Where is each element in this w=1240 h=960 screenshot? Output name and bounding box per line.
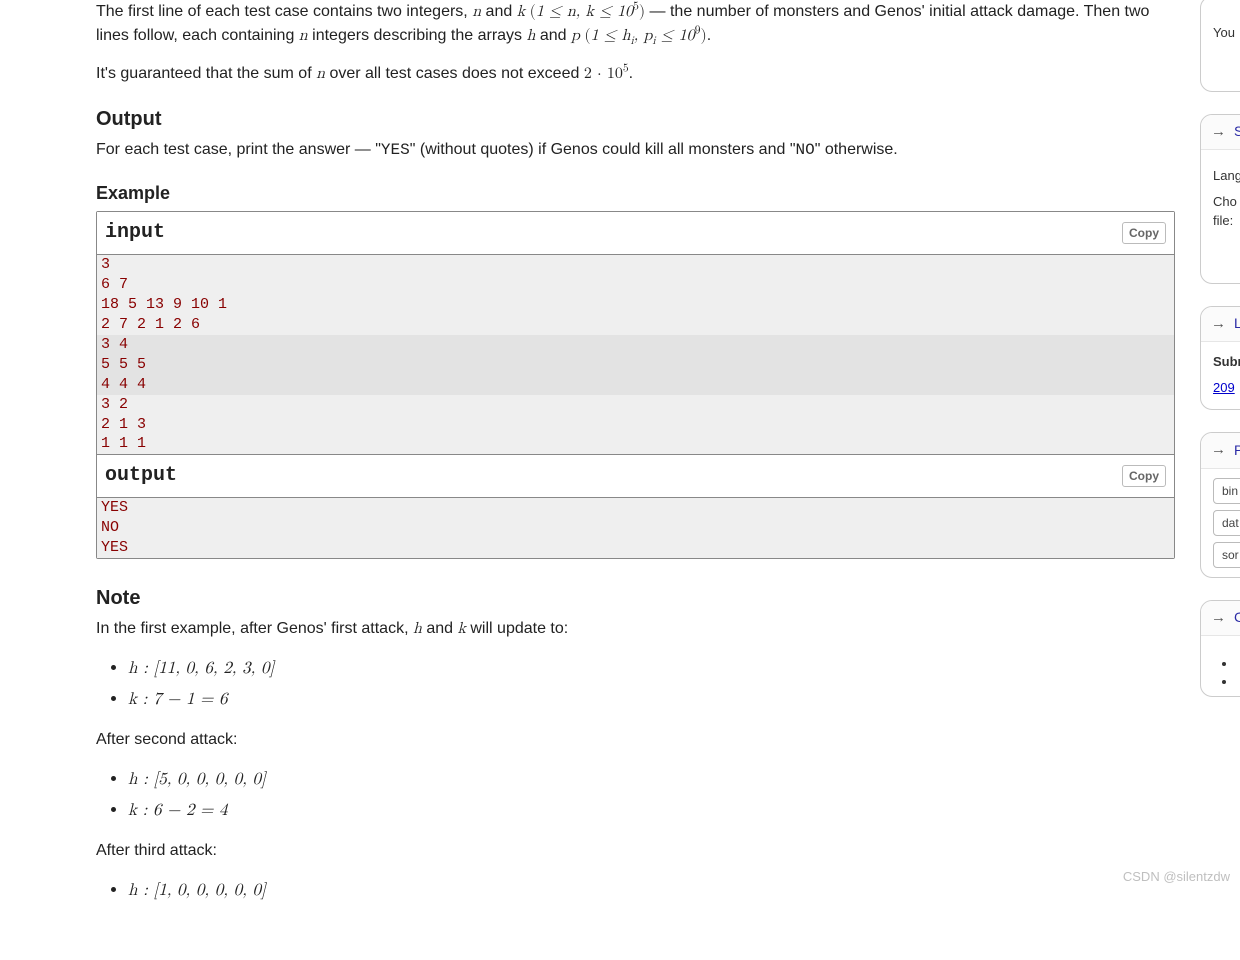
sidebar-tags-head[interactable]: → P [1201, 433, 1240, 469]
sidebar-submit-head[interactable]: → S [1201, 115, 1240, 151]
main-content: The first line of each test case contain… [0, 0, 1175, 960]
sidebar: You → S Lang Cho file: → L Subm 209 [1200, 0, 1240, 719]
example-input-block: input Copy 36 718 5 13 9 10 12 7 2 1 2 6… [96, 211, 1175, 559]
sidebar-user-label: You [1213, 23, 1240, 43]
input-desc-sum: It's guaranteed that the sum of n over a… [96, 62, 1175, 86]
list-item: k : 6 − 2 = 4 [128, 797, 1175, 824]
arrow-right-icon: → [1211, 313, 1226, 336]
example-output-body[interactable]: YESNOYES [97, 498, 1174, 558]
sidebar-announce-block: → C [1200, 600, 1240, 698]
list-item: h : [1, 0, 0, 0, 0, 0] [128, 877, 1175, 904]
example-heading: Example [96, 180, 1175, 207]
list-item: h : [5, 0, 0, 0, 0, 0] [128, 766, 1175, 793]
list-item: k : 7 − 1 = 6 [128, 686, 1175, 713]
sidebar-user-block: You [1200, 0, 1240, 92]
copy-output-button[interactable]: Copy [1122, 465, 1166, 487]
sidebar-submit-block: → S Lang Cho file: [1200, 114, 1240, 284]
submit-lang-label: Lang [1213, 166, 1240, 186]
sidebar-announce-head[interactable]: → C [1201, 601, 1240, 637]
note-step2: h : [5, 0, 0, 0, 0, 0] k : 6 − 2 = 4 [104, 766, 1175, 823]
last-submissions-subhead: Subm [1213, 352, 1240, 372]
arrow-right-icon: → [1211, 439, 1226, 462]
note-after3: After third attack: [96, 839, 1175, 863]
tag-chip[interactable]: sor [1213, 542, 1240, 568]
sidebar-last-head[interactable]: → L [1201, 307, 1240, 343]
tag-chip[interactable]: dat [1213, 510, 1240, 536]
output-desc: For each test case, print the answer — "… [96, 138, 1175, 162]
note-step3: h : [1, 0, 0, 0, 0, 0] [104, 877, 1175, 904]
output-heading: Output [96, 104, 1175, 134]
submission-link[interactable]: 209 [1213, 380, 1235, 395]
copy-input-button[interactable]: Copy [1122, 222, 1166, 244]
list-item: h : [11, 0, 6, 2, 3, 0] [128, 655, 1175, 682]
note-intro: In the first example, after Genos' first… [96, 617, 1175, 641]
note-step1: h : [11, 0, 6, 2, 3, 0] k : 7 − 1 = 6 [104, 655, 1175, 712]
example-input-label: input [105, 218, 1122, 248]
sidebar-last-submissions-block: → L Subm 209 [1200, 306, 1240, 411]
watermark: CSDN @silentzdw [1123, 867, 1230, 887]
announce-list [1221, 654, 1240, 678]
input-desc-nk: The first line of each test case contain… [96, 0, 1175, 48]
tag-chip[interactable]: bin [1213, 478, 1240, 504]
example-output-label: output [105, 461, 1122, 491]
example-input-body[interactable]: 36 718 5 13 9 10 12 7 2 1 2 63 45 5 54 4… [97, 255, 1174, 454]
sidebar-tags-block: → P bin dat sor [1200, 432, 1240, 578]
arrow-right-icon: → [1211, 121, 1226, 144]
note-after2: After second attack: [96, 728, 1175, 752]
note-heading: Note [96, 583, 1175, 613]
arrow-right-icon: → [1211, 607, 1226, 630]
submit-file-label: Cho file: [1213, 192, 1240, 231]
